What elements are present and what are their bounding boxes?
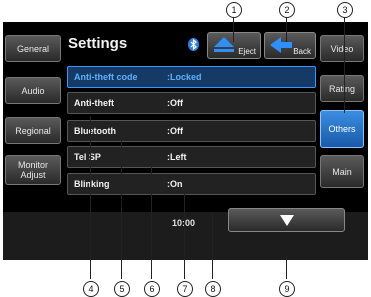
callout-7: 7 [177, 281, 193, 297]
setting-label: Anti-theft code [74, 72, 138, 82]
callout-leader [286, 15, 287, 42]
tab-video[interactable]: Video [320, 35, 364, 62]
callout-3: 3 [337, 2, 353, 18]
bluetooth-icon [188, 38, 199, 51]
callout-2: 2 [279, 2, 295, 18]
setting-value: :Off [167, 126, 183, 136]
setting-label: Blinking [74, 179, 110, 189]
back-arrow-icon [270, 37, 292, 53]
callout-leader [233, 15, 234, 42]
callout-leader [212, 212, 213, 279]
callout-5: 5 [114, 281, 130, 297]
callout-leader [184, 184, 185, 279]
eject-icon [214, 37, 234, 52]
callout-9: 9 [279, 281, 295, 297]
tab-others[interactable]: Others [320, 110, 364, 148]
setting-value: :On [167, 179, 183, 189]
callout-leader [286, 255, 287, 279]
setting-label: Tel SP [74, 152, 101, 162]
callout-leader [151, 158, 152, 279]
setting-row-anti-theft[interactable]: Anti-theft :Off [67, 92, 316, 114]
down-arrow-icon [280, 215, 294, 226]
tab-main[interactable]: Main [320, 155, 364, 188]
setting-row-bluetooth[interactable]: Bluetooth :Off [67, 120, 316, 142]
callout-8: 8 [205, 281, 221, 297]
tab-monitor-adjust[interactable]: Monitor Adjust [5, 155, 61, 185]
eject-button[interactable]: Eject [207, 32, 261, 59]
tab-audio[interactable]: Audio [5, 77, 61, 104]
callout-leader [121, 133, 122, 279]
setting-label: Anti-theft [74, 98, 114, 108]
setting-value: :Locked [167, 72, 202, 82]
setting-row-blinking[interactable]: Blinking :On [67, 173, 316, 195]
callout-4: 4 [83, 281, 99, 297]
setting-row-tel-sp[interactable]: Tel SP :Left [67, 146, 316, 168]
root: General Audio Regional Monitor Adjust Se… [0, 0, 371, 297]
scroll-down-button[interactable] [228, 208, 345, 232]
callout-leader [90, 116, 91, 279]
setting-value: :Left [167, 152, 187, 162]
tab-regional[interactable]: Regional [5, 117, 61, 144]
tab-rating[interactable]: Rating [320, 75, 364, 102]
callout-leader [344, 15, 345, 113]
callout-6: 6 [144, 281, 160, 297]
setting-row-anti-theft-code[interactable]: Anti-theft code :Locked [67, 66, 316, 88]
callout-1: 1 [226, 2, 242, 18]
page-title: Settings [68, 35, 128, 52]
setting-value: :Off [167, 98, 183, 108]
setting-label: Bluetooth [74, 126, 116, 136]
tab-general[interactable]: General [5, 35, 61, 62]
back-button[interactable]: Back [264, 32, 316, 59]
